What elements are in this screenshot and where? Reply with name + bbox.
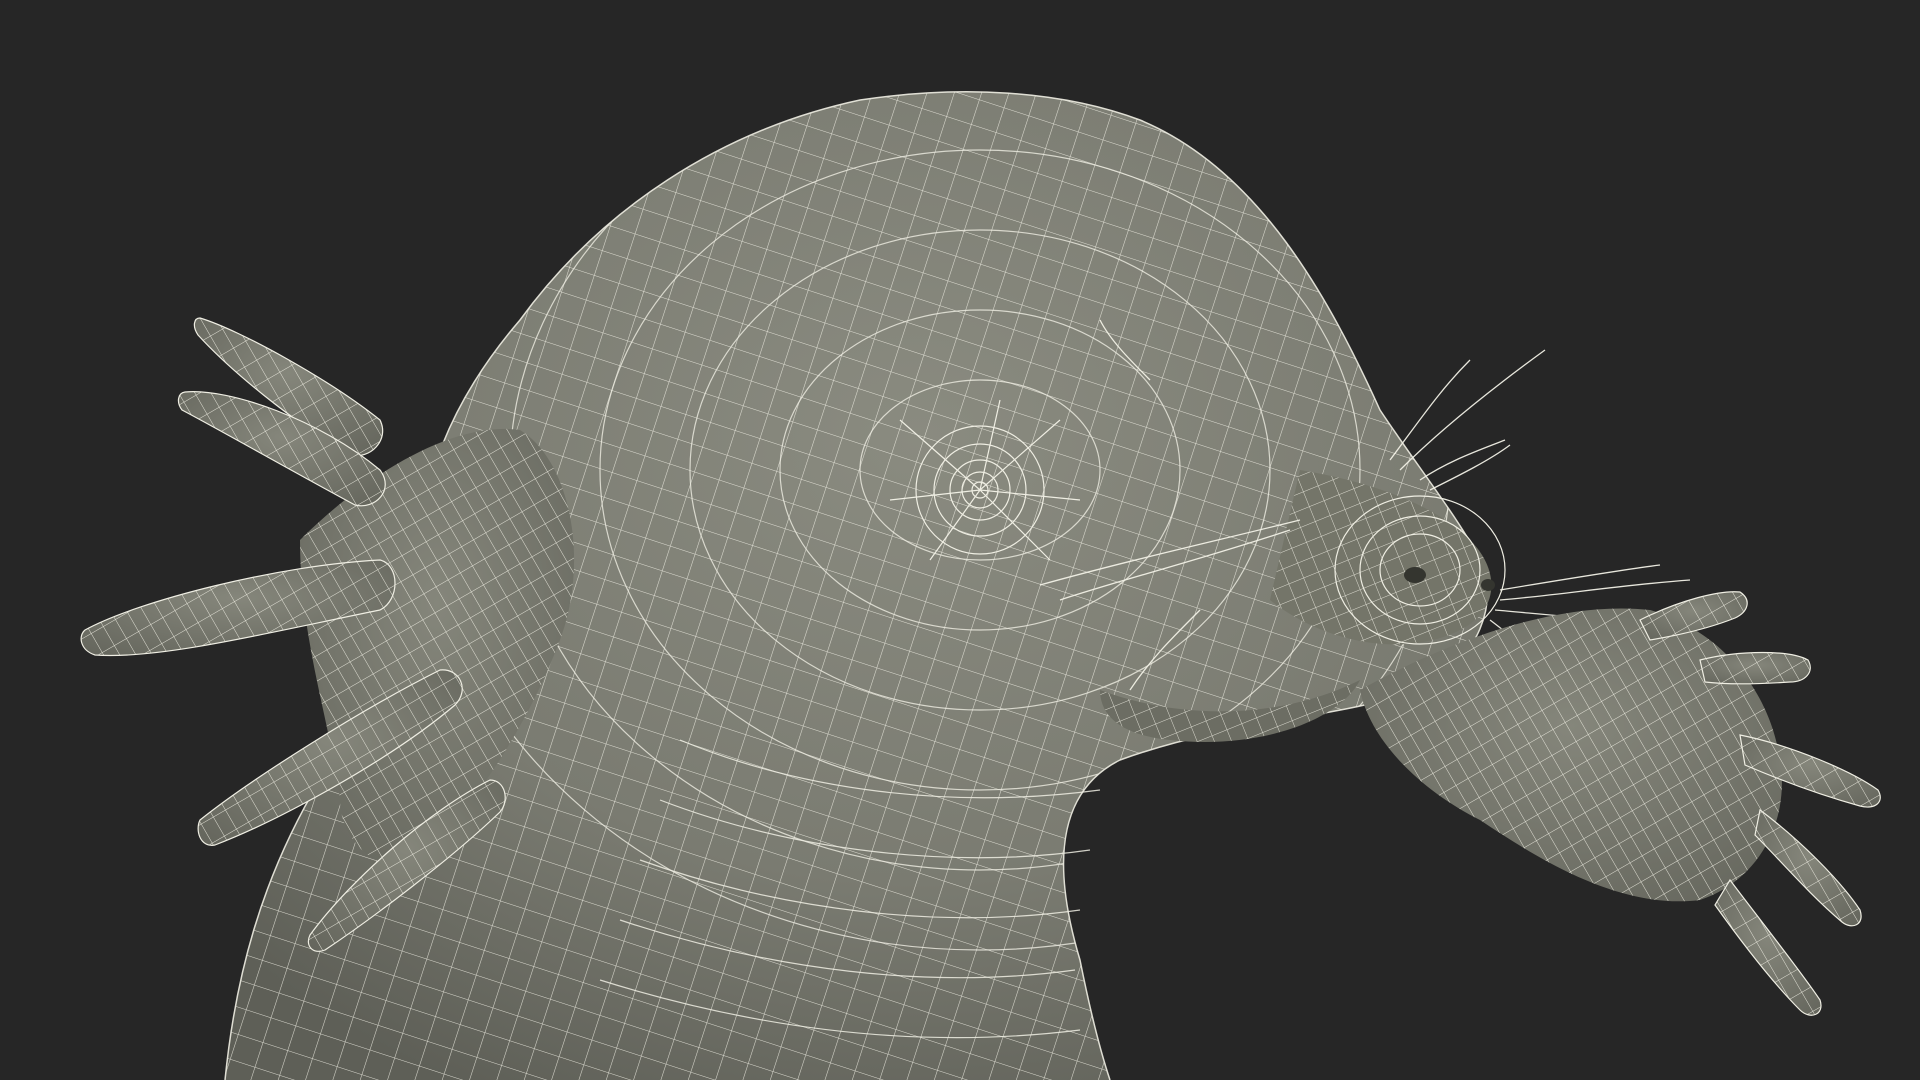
mole-wireframe-render bbox=[80, 91, 1881, 1080]
right-forepaw bbox=[1360, 591, 1881, 1016]
render-viewport bbox=[0, 0, 1920, 1080]
snout-mesh bbox=[1270, 470, 1506, 645]
